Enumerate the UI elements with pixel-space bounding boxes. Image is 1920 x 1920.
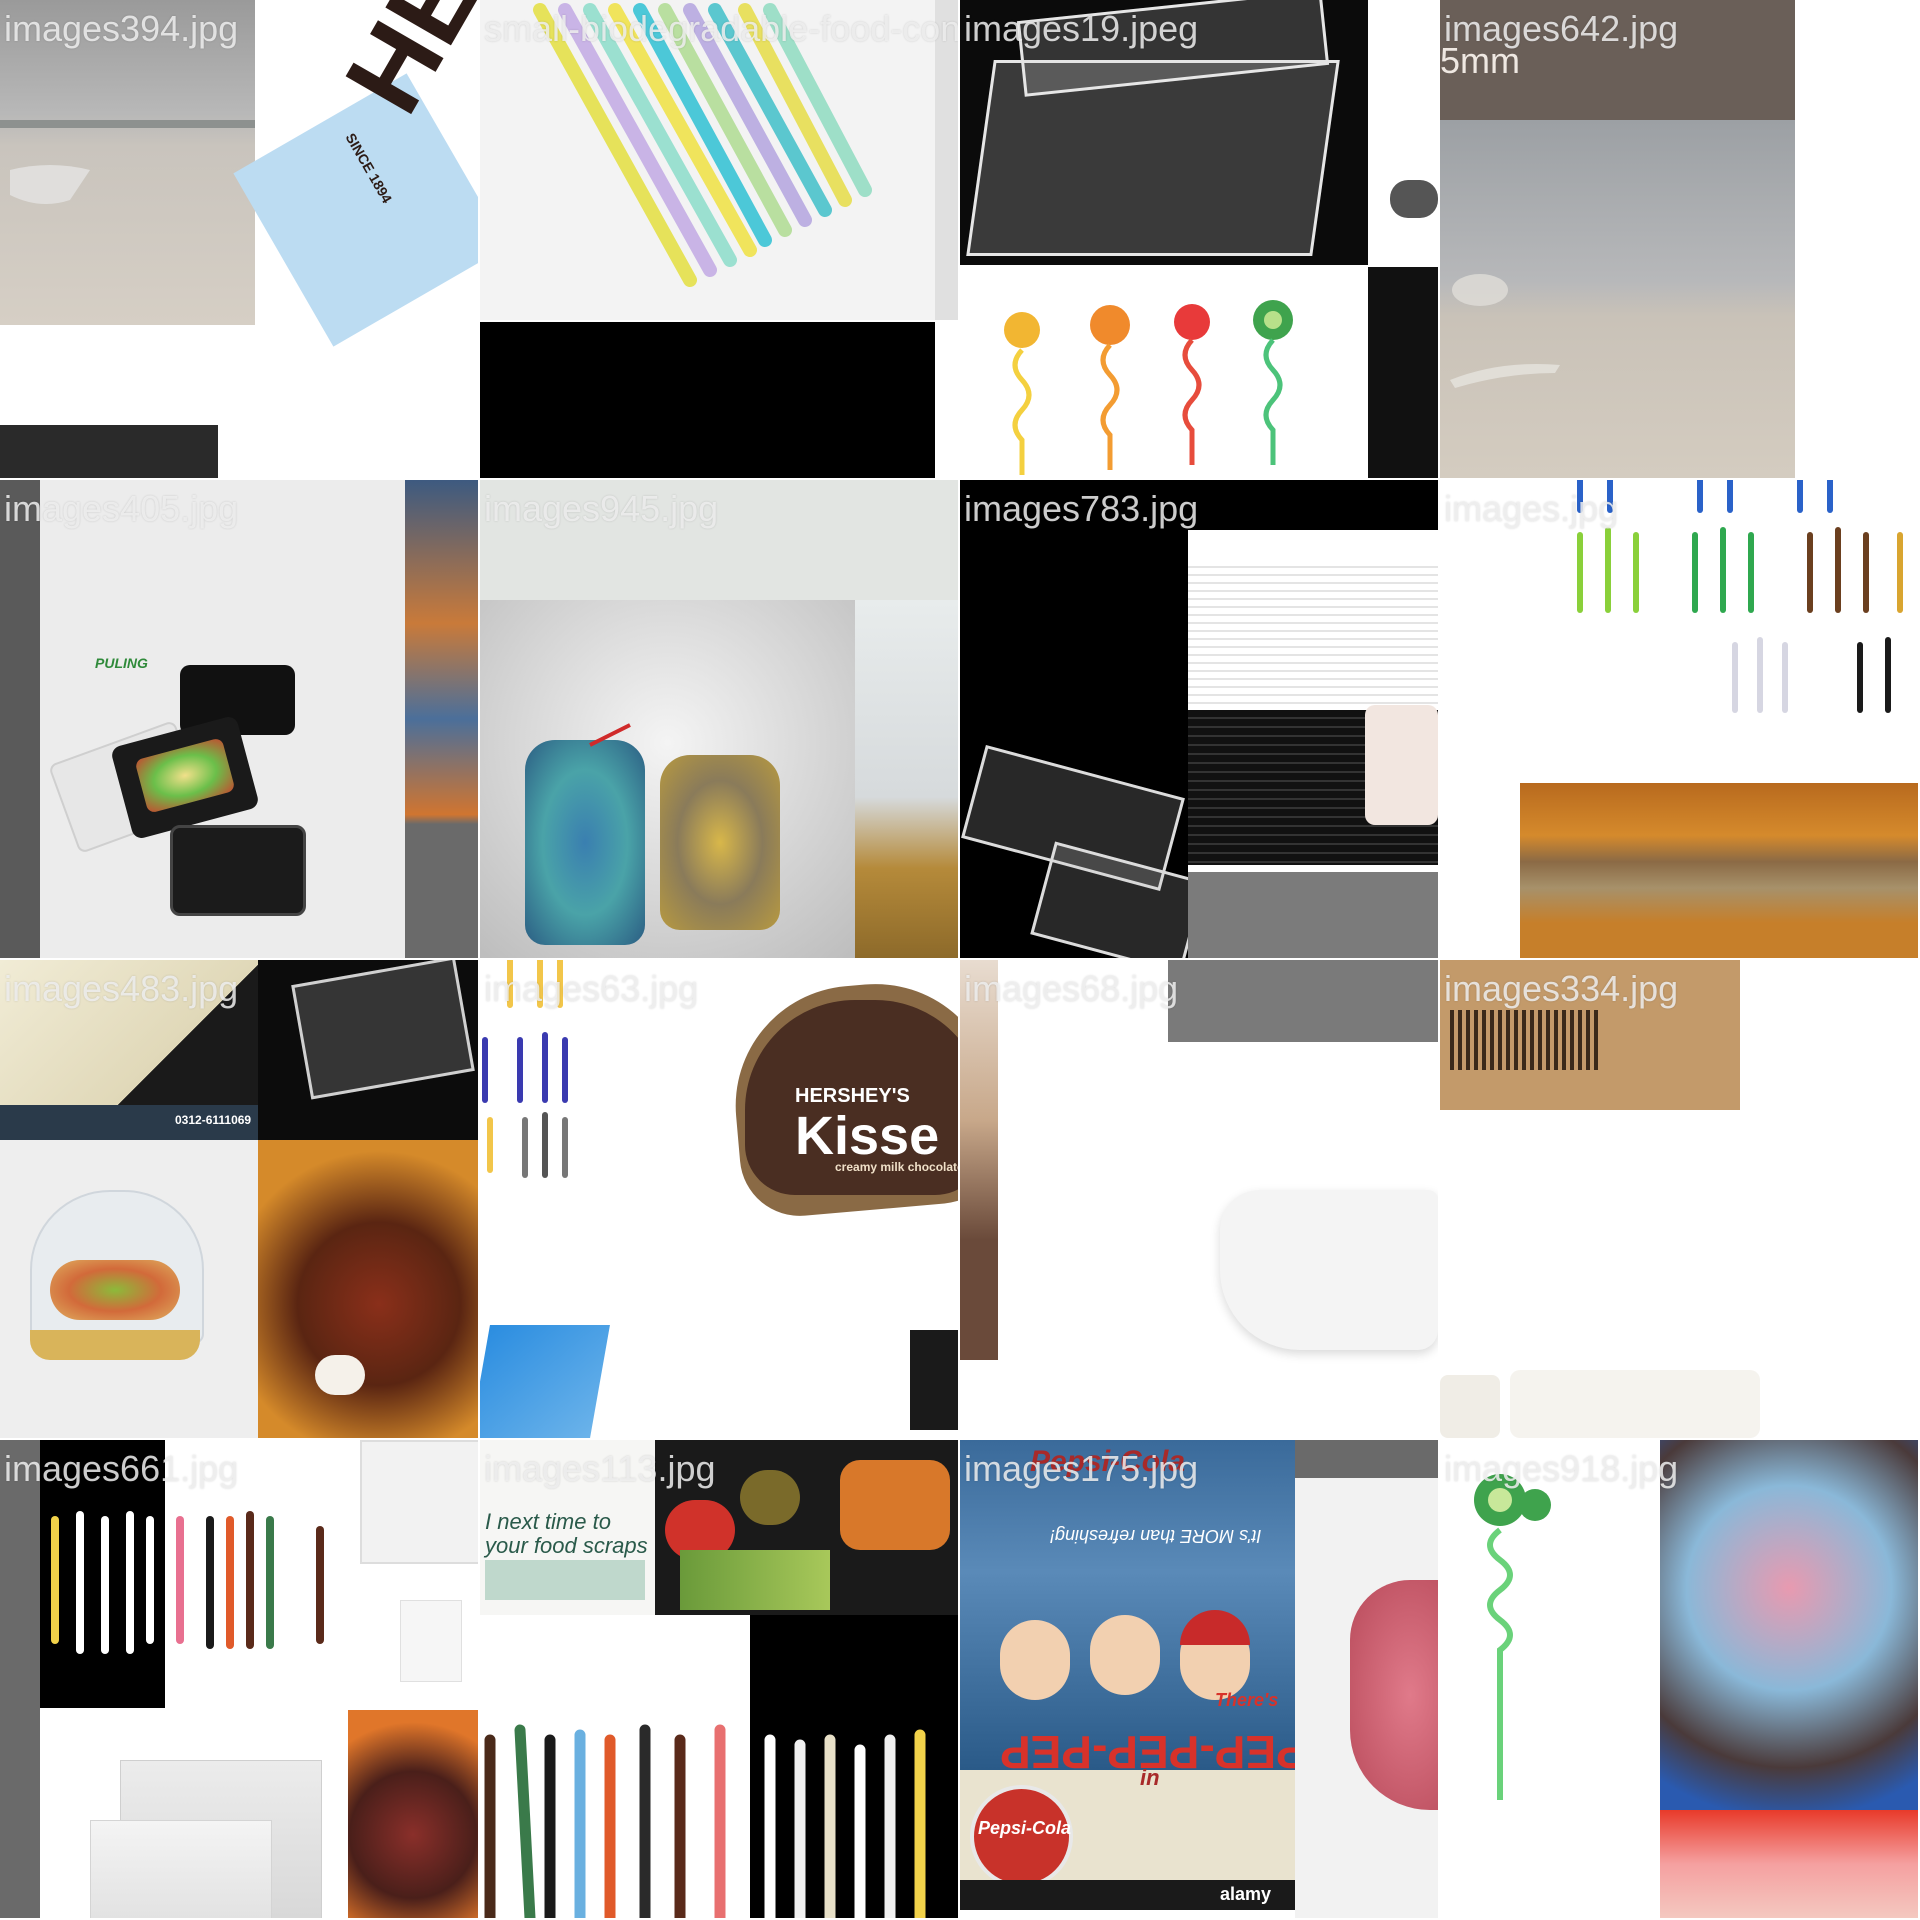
pepsi-refresh-slogan: It's MORE than refreshing! <box>1050 1526 1262 1546</box>
grid-tile[interactable]: images661.jpg <box>0 1440 478 1918</box>
utensils-icon <box>484 1724 926 1918</box>
grid-tile[interactable]: images334.jpg <box>1440 960 1918 1438</box>
strawberry-container <box>1365 705 1438 825</box>
black-panel <box>480 322 935 478</box>
dome-food <box>50 1260 180 1320</box>
pepsi-cap-brand: Pepsi-Cola <box>978 1818 1072 1838</box>
black-container <box>170 825 306 916</box>
grid-tile[interactable]: images68.jpg <box>960 960 1438 1438</box>
grid-tile[interactable]: small-biodegradable-food-container.jpg <box>480 0 958 478</box>
blue-wrapper <box>480 1325 610 1438</box>
gray-panel <box>1168 960 1438 1042</box>
gray-bar <box>0 480 40 958</box>
grid-tile[interactable]: images783.jpg <box>960 480 1438 958</box>
grid-tile[interactable]: images.jpg <box>1440 480 1918 958</box>
gray-band <box>1295 1440 1438 1478</box>
kisses-sub: creamy milk chocolate <box>835 1160 958 1174</box>
dark-strip <box>0 425 218 478</box>
barcode <box>1450 1010 1600 1070</box>
alamy-watermark: alamy <box>1220 1884 1272 1904</box>
pepsi-theres: There's <box>1215 1690 1279 1710</box>
grid-tile[interactable]: HERSHEY'S Kisse creamy milk chocolate im… <box>480 960 958 1438</box>
grid-tile[interactable]: Pepsi-Cola It's MORE than refreshing! PE… <box>960 1440 1438 1918</box>
grid-tile[interactable]: images19.jpeg <box>960 0 1438 478</box>
tile-caption: images334.jpg <box>1444 968 1679 1009</box>
clear-box <box>360 1440 478 1564</box>
top-band <box>1188 480 1438 530</box>
grid-tile[interactable]: I next time to your food scraps images11… <box>480 1440 958 1918</box>
street-photo <box>405 480 478 958</box>
tile-caption: images483.jpg <box>4 968 239 1009</box>
novelty-straws-icon <box>1004 300 1293 475</box>
tile-caption: images783.jpg <box>964 488 1199 529</box>
zip-bag-2 <box>90 1820 272 1918</box>
grid-tile[interactable]: 0312-6111069 images483.jpg <box>0 960 478 1438</box>
face-1 <box>1000 1620 1070 1700</box>
grid-tile[interactable]: images918.jpg <box>1440 1440 1918 1918</box>
face-2 <box>1090 1615 1160 1695</box>
tile-caption: images175.jpg <box>964 1448 1199 1489</box>
steak-photo <box>348 1710 478 1918</box>
dark-container <box>910 1330 958 1430</box>
white-stack <box>1188 560 1438 710</box>
puling-logo: PULING <box>95 655 148 671</box>
red-bowl-photo <box>1660 1810 1918 1918</box>
grid-tile[interactable]: PULING images405.jpg <box>0 480 478 958</box>
tile-caption: images661.jpg <box>4 1448 239 1489</box>
cup <box>400 1600 462 1682</box>
image-grid: HERSH SINCE 1894 images394.jpg small-bio… <box>0 0 1920 1920</box>
gold-base <box>30 1330 200 1360</box>
tile-caption: images68.jpg <box>964 968 1179 1009</box>
tray-1 <box>1440 1375 1500 1438</box>
fireplace-photo <box>1520 783 1918 958</box>
foam-container <box>1220 1190 1438 1350</box>
gray-panel <box>1188 872 1438 958</box>
grid-tile[interactable]: 5mm images642.jpg <box>1440 0 1918 478</box>
tile-caption: images394.jpg <box>4 8 239 49</box>
tile-caption: images405.jpg <box>4 488 239 529</box>
kisses-word: Kisse <box>795 1106 940 1166</box>
blank-side <box>1795 0 1918 478</box>
dark-side <box>1368 267 1438 478</box>
tile-caption: images918.jpg <box>1444 1448 1679 1489</box>
phone-number: 0312-6111069 <box>175 1113 252 1127</box>
tile-caption: images63.jpg <box>484 968 699 1009</box>
tile-caption: images19.jpeg <box>964 8 1199 49</box>
can-photo <box>960 960 998 1360</box>
grid-tile[interactable]: images945.jpg <box>480 480 958 958</box>
jar-photo <box>855 600 958 958</box>
party-cups-photo <box>1660 1440 1918 1810</box>
tile-caption: images.jpg <box>1444 488 1619 529</box>
garlic <box>315 1355 365 1395</box>
tray-2 <box>1510 1370 1760 1438</box>
tile-caption: images113.jpg <box>484 1448 716 1489</box>
tile-caption: images945.jpg <box>484 488 719 529</box>
pepsi-in: in <box>1140 1765 1160 1790</box>
steak-photo <box>258 1140 478 1438</box>
tile-caption: images642.jpg <box>1444 8 1679 49</box>
tile-caption: small-biodegradable-food-container.jpg <box>484 8 958 49</box>
grid-tile[interactable]: HERSH SINCE 1894 images394.jpg <box>0 0 478 478</box>
